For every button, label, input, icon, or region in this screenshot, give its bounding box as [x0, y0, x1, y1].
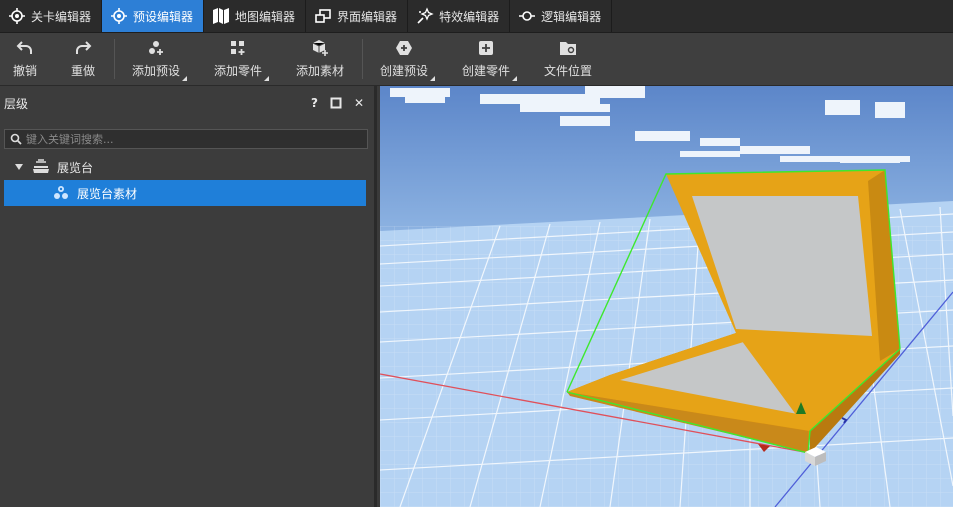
hierarchy-search: [4, 129, 368, 149]
add-part-icon: [231, 41, 245, 55]
tree-node-display-stand[interactable]: 展览台: [4, 154, 366, 180]
display-stand-icon: [33, 159, 49, 173]
search-input[interactable]: [26, 132, 367, 146]
hierarchy-header: 层级 ? ✕: [0, 86, 374, 120]
redo-icon: [76, 41, 92, 54]
add-part-label: 添加零件: [213, 64, 262, 78]
undo-icon: [16, 41, 32, 54]
file-location-button[interactable]: 文件位置: [543, 33, 593, 85]
redo-label: 重做: [70, 64, 95, 78]
create-preset-icon: [396, 41, 412, 55]
add-part-button[interactable]: 添加零件: [213, 33, 269, 85]
add-preset-label: 添加预设: [131, 64, 180, 78]
tab-effect-editor[interactable]: 特效编辑器: [408, 0, 511, 32]
panel-tools: ? ✕: [311, 86, 364, 120]
tree-node-label: 展览台素材: [77, 186, 138, 201]
map-icon: [213, 8, 230, 24]
dropdown-corner-icon: [512, 76, 517, 81]
tab-level-editor[interactable]: 关卡编辑器: [0, 0, 103, 32]
dropdown-corner-icon: [264, 76, 269, 81]
add-asset-icon: [312, 40, 328, 56]
undo-label: 撤销: [12, 64, 37, 78]
scene-viewport[interactable]: [380, 86, 953, 507]
undo-button[interactable]: 撤销: [11, 33, 39, 85]
create-part-icon: [479, 41, 493, 55]
add-preset-button[interactable]: 添加预设: [131, 33, 187, 85]
add-asset-button[interactable]: 添加素材: [295, 33, 345, 85]
file-location-label: 文件位置: [543, 64, 592, 78]
tab-label: 逻辑编辑器: [541, 9, 602, 24]
scene-canvas[interactable]: [380, 86, 953, 507]
add-preset-icon: [149, 41, 163, 55]
tab-label: 预设编辑器: [133, 9, 194, 24]
dropdown-corner-icon: [182, 76, 187, 81]
expand-arrow-icon[interactable]: [14, 162, 24, 172]
effect-sparkle-icon: [417, 7, 434, 24]
dropdown-corner-icon: [430, 76, 435, 81]
tab-logic-editor[interactable]: 逻辑编辑器: [510, 0, 613, 32]
tab-label: 特效编辑器: [439, 9, 500, 24]
ui-windows-icon: [315, 9, 331, 23]
create-part-button[interactable]: 创建零件: [461, 33, 517, 85]
main-toolbar: 撤销 重做 添加预设 添加零件 添加素材 创建预设 创建零件 文件位置: [0, 33, 953, 86]
toolbar-separator: [114, 39, 115, 79]
create-preset-button[interactable]: 创建预设: [379, 33, 435, 85]
level-target-icon: [9, 8, 25, 24]
maximize-icon[interactable]: [330, 97, 342, 109]
tree-node-display-stand-asset[interactable]: 展览台素材: [4, 180, 366, 206]
tab-label: 关卡编辑器: [31, 9, 92, 24]
logic-node-icon: [519, 11, 536, 21]
add-asset-label: 添加素材: [295, 64, 344, 78]
tab-label: 界面编辑器: [337, 9, 398, 24]
folder-location-icon: [560, 42, 576, 55]
preset-target-icon: [111, 8, 128, 24]
tab-label: 地图编辑器: [235, 9, 296, 24]
asset-cluster-icon: [54, 186, 68, 199]
editor-tabbar: 关卡编辑器 预设编辑器 地图编辑器 界面编辑器 特效编辑器 逻辑编辑器: [0, 0, 953, 33]
create-preset-label: 创建预设: [379, 64, 428, 78]
redo-button[interactable]: 重做: [69, 33, 97, 85]
hierarchy-title: 层级: [4, 96, 29, 111]
hierarchy-tree: 展览台 展览台素材: [4, 154, 367, 504]
toolbar-separator: [362, 39, 363, 79]
tab-ui-editor[interactable]: 界面编辑器: [306, 0, 409, 32]
help-button[interactable]: ?: [311, 96, 318, 110]
create-part-label: 创建零件: [461, 64, 510, 78]
close-button[interactable]: ✕: [354, 96, 364, 110]
tab-map-editor[interactable]: 地图编辑器: [204, 0, 307, 32]
search-icon: [10, 133, 22, 145]
tree-node-label: 展览台: [57, 160, 94, 175]
tab-preset-editor[interactable]: 预设编辑器: [102, 0, 205, 32]
